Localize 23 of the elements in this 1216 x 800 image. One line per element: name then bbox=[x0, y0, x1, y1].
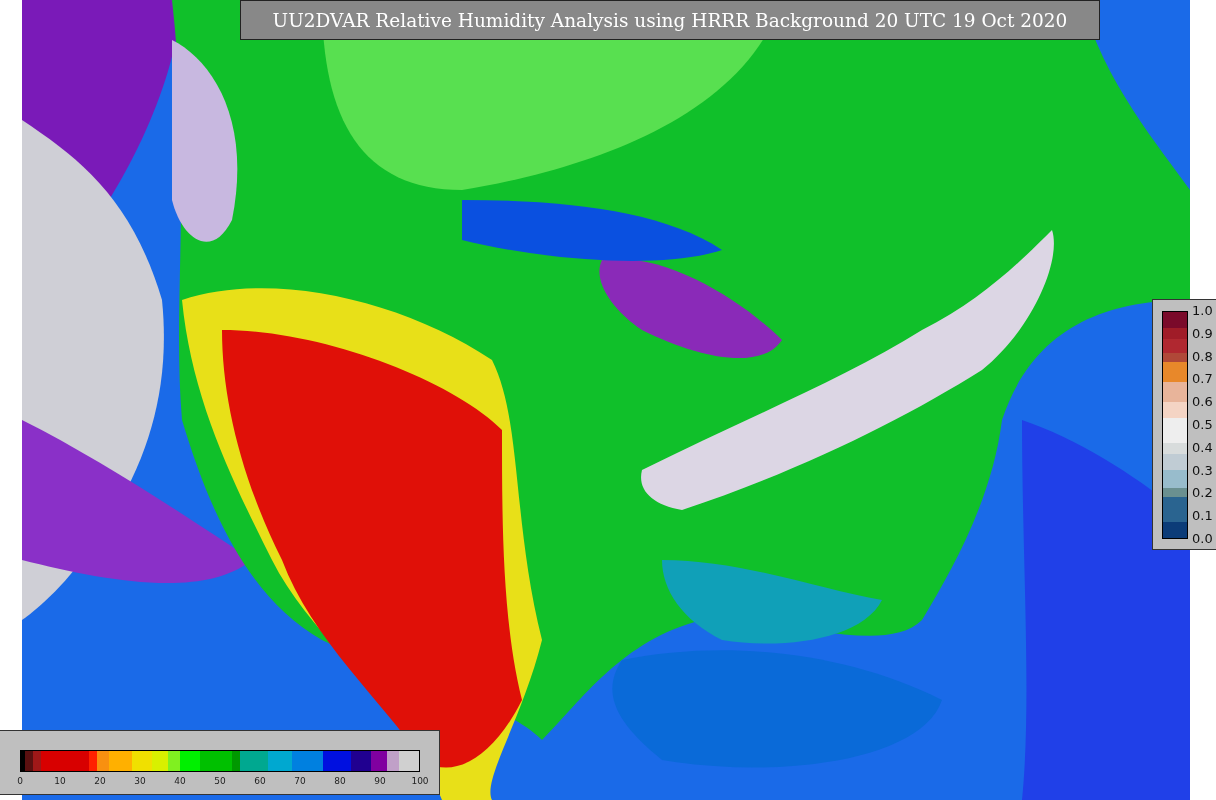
tick-label: 0.0 bbox=[1192, 530, 1213, 547]
tick-label: 0 bbox=[16, 776, 24, 786]
tick-label: 0.6 bbox=[1192, 394, 1213, 411]
tick-label: 0.2 bbox=[1192, 485, 1213, 502]
tick-label: 80 bbox=[333, 776, 347, 786]
tick-label: 10 bbox=[53, 776, 67, 786]
tick-label: 100 bbox=[410, 776, 430, 786]
tick-label: 40 bbox=[173, 776, 187, 786]
tick-label: 0.1 bbox=[1192, 508, 1213, 525]
tick-label: 0.3 bbox=[1192, 462, 1213, 479]
tick-label: 20 bbox=[93, 776, 107, 786]
tick-label: 60 bbox=[253, 776, 267, 786]
tick-label: 0.5 bbox=[1192, 417, 1213, 433]
tick-label: 0.4 bbox=[1192, 439, 1213, 456]
tick-label: 70 bbox=[293, 776, 307, 786]
tick-label: 0.8 bbox=[1192, 348, 1213, 365]
map-title: UU2DVAR Relative Humidity Analysis using HRRR Background 20 UTC 19 Oct 2020 bbox=[240, 0, 1100, 40]
tick-label: 30 bbox=[133, 776, 147, 786]
tick-label: 50 bbox=[213, 776, 227, 786]
tick-label: 0.7 bbox=[1192, 371, 1213, 388]
tick-label: 90 bbox=[373, 776, 387, 786]
tick-label: 0.9 bbox=[1192, 325, 1213, 342]
tick-label: 1.0 bbox=[1192, 303, 1213, 319]
